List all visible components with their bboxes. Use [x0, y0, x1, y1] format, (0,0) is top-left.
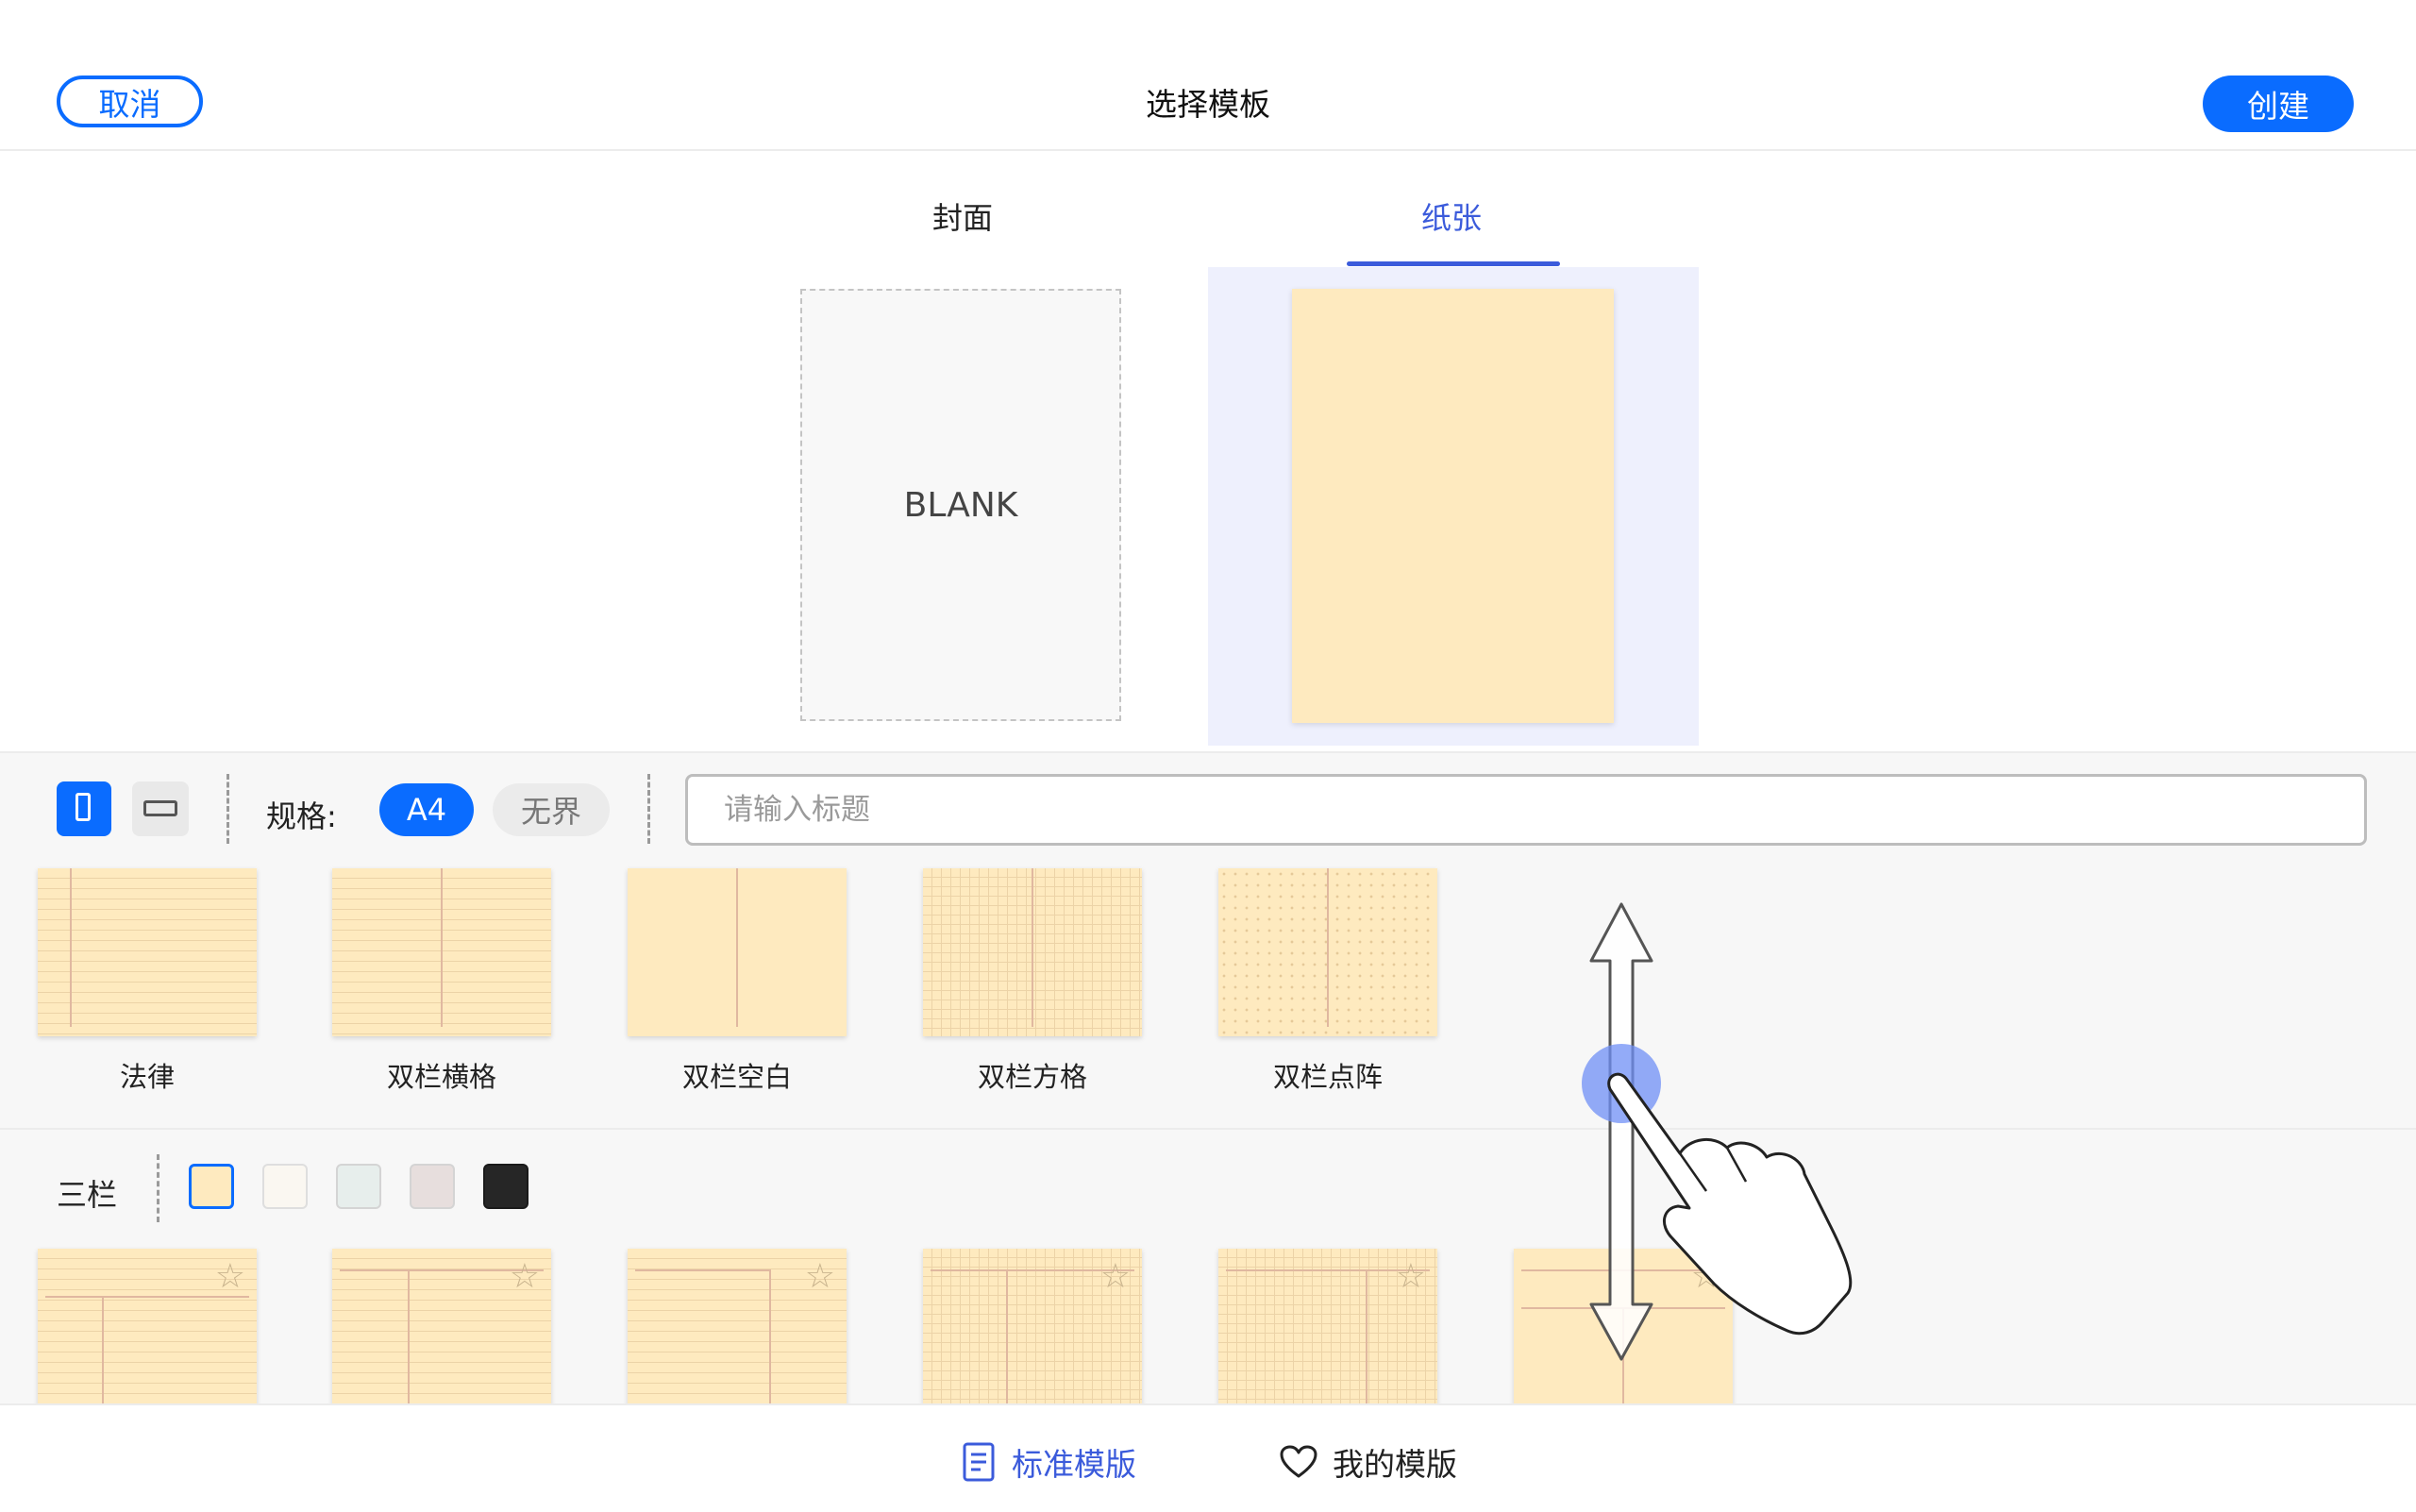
divider: [647, 774, 650, 844]
favorite-star-icon[interactable]: ☆: [1691, 1260, 1721, 1294]
spec-chip-a4[interactable]: A4: [379, 783, 474, 836]
portrait-orientation-button[interactable]: [57, 781, 111, 836]
blank-label: BLANK: [903, 485, 1018, 525]
column-line: [736, 868, 738, 1027]
template-thumb-two-col-dots[interactable]: [1218, 868, 1437, 1036]
template-thumb-two-col-grid[interactable]: [923, 868, 1142, 1036]
two-column-template-row: 法律 双栏横格 双栏空白 双栏方格 双栏点阵: [0, 868, 2416, 1130]
document-icon: [963, 1442, 995, 1482]
create-button[interactable]: 创建: [2203, 76, 2354, 132]
divider: [226, 774, 229, 844]
column-line: [769, 1269, 771, 1403]
title-input[interactable]: [685, 774, 2367, 846]
template-thumb-three-col-5[interactable]: ☆: [1218, 1249, 1437, 1403]
page-title: 选择模板: [1146, 86, 1270, 123]
landscape-icon: [143, 800, 177, 816]
three-column-section: 三栏 ☆ ☆ ☆ ☆ ☆ ☆: [0, 1130, 2416, 1403]
template-label: 双栏空白: [681, 1061, 792, 1093]
column-line: [441, 868, 443, 1027]
tab-paper[interactable]: 纸张: [1421, 194, 1482, 238]
column-line: [1327, 868, 1329, 1027]
favorite-star-icon[interactable]: ☆: [215, 1260, 245, 1294]
template-label: 双栏方格: [977, 1061, 1087, 1093]
spec-label: 规格:: [266, 798, 337, 834]
favorite-star-icon[interactable]: ☆: [805, 1260, 835, 1294]
template-thumb-three-col-2[interactable]: ☆: [332, 1249, 551, 1403]
margin-line: [70, 868, 72, 1027]
favorite-star-icon[interactable]: ☆: [510, 1260, 540, 1294]
header-line: [45, 1296, 249, 1298]
portrait-icon: [76, 793, 91, 821]
color-swatch-yellow[interactable]: [189, 1164, 234, 1209]
heart-icon: [1280, 1445, 1317, 1478]
template-thumb-two-col-ruled[interactable]: [332, 868, 551, 1036]
cover-preview-blank[interactable]: BLANK: [800, 289, 1121, 721]
column-line: [1366, 1269, 1367, 1403]
favorite-star-icon[interactable]: ☆: [1100, 1260, 1131, 1294]
bottom-nav: 标准模版 我的模版: [0, 1403, 2416, 1512]
template-thumb-three-col-1[interactable]: ☆: [38, 1249, 257, 1403]
template-thumb-three-col-6[interactable]: ☆: [1514, 1249, 1733, 1403]
template-label: 双栏点阵: [1272, 1061, 1383, 1093]
template-thumb-three-col-4[interactable]: ☆: [923, 1249, 1142, 1403]
nav-my-templates[interactable]: 我的模版: [1280, 1439, 1457, 1485]
header-line: [635, 1269, 771, 1271]
template-thumb-two-col-blank[interactable]: [628, 868, 847, 1036]
column-line: [1032, 868, 1033, 1027]
divider: [157, 1154, 159, 1222]
column-line: [408, 1269, 410, 1403]
color-swatch-pink[interactable]: [410, 1164, 455, 1209]
color-swatch-black[interactable]: [483, 1164, 528, 1209]
template-thumb-legal[interactable]: [38, 868, 257, 1036]
paper-preview[interactable]: [1292, 289, 1614, 723]
template-thumb-three-col-3[interactable]: ☆: [628, 1249, 847, 1403]
template-label: 法律: [119, 1061, 175, 1093]
template-toolbar: 规格: A4 无界: [0, 751, 2416, 870]
tab-cover[interactable]: 封面: [932, 194, 993, 238]
column-line: [102, 1296, 104, 1403]
tab-active-indicator: [1347, 261, 1560, 266]
header-bar: 取消 选择模板 创建: [0, 0, 2416, 151]
nav-standard-templates[interactable]: 标准模版: [963, 1439, 1136, 1485]
favorite-star-icon[interactable]: ☆: [1396, 1260, 1426, 1294]
section-label-three-column: 三栏: [57, 1177, 118, 1213]
color-swatch-white[interactable]: [262, 1164, 308, 1209]
nav-standard-label: 标准模版: [1012, 1446, 1136, 1483]
column-line: [1622, 1307, 1624, 1403]
column-line: [1006, 1269, 1008, 1403]
color-swatch-green[interactable]: [336, 1164, 381, 1209]
spec-chip-infinite[interactable]: 无界: [493, 783, 610, 836]
template-label: 双栏横格: [386, 1061, 496, 1093]
landscape-orientation-button[interactable]: [132, 781, 189, 836]
nav-my-label: 我的模版: [1333, 1446, 1457, 1483]
